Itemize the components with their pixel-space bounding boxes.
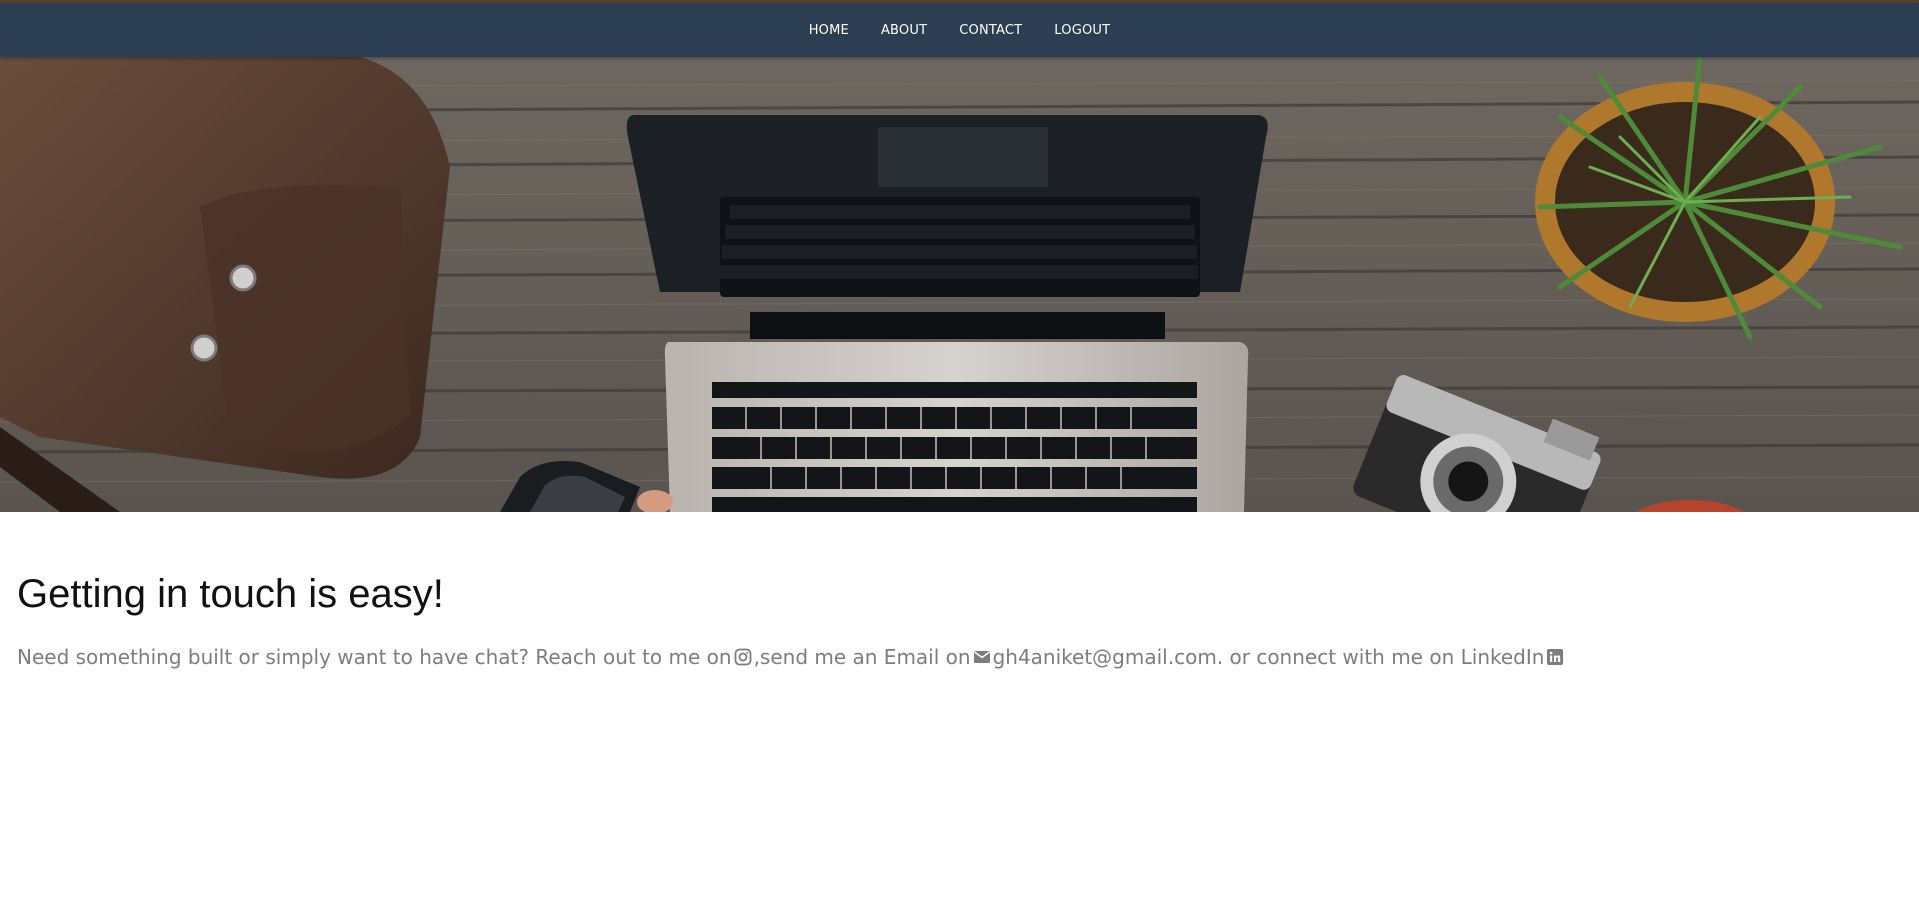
hero-image: [0, 57, 1919, 512]
linkedin-icon[interactable]: [1546, 648, 1564, 666]
nav-logout-link[interactable]: LOGOUT: [1054, 23, 1110, 38]
navbar: HOME ABOUT CONTACT LOGOUT: [0, 3, 1919, 57]
nav-contact-link[interactable]: CONTACT: [959, 23, 1022, 38]
contact-text-linkedin: . or connect with me on LinkedIn: [1216, 645, 1545, 669]
contact-text-email-prefix: ,send me an Email on: [753, 645, 971, 669]
nav-home-link[interactable]: HOME: [809, 23, 849, 38]
email-address-link[interactable]: gh4aniket@gmail.com: [993, 645, 1217, 669]
contact-section: Getting in touch is easy! Need something…: [0, 572, 1919, 669]
contact-heading: Getting in touch is easy!: [17, 572, 444, 616]
contact-text-intro: Need something built or simply want to h…: [17, 645, 732, 669]
contact-paragraph: Need something built or simply want to h…: [17, 645, 1902, 669]
email-icon[interactable]: [973, 648, 991, 666]
nav-about-link[interactable]: ABOUT: [881, 23, 927, 38]
instagram-icon[interactable]: [734, 648, 752, 666]
